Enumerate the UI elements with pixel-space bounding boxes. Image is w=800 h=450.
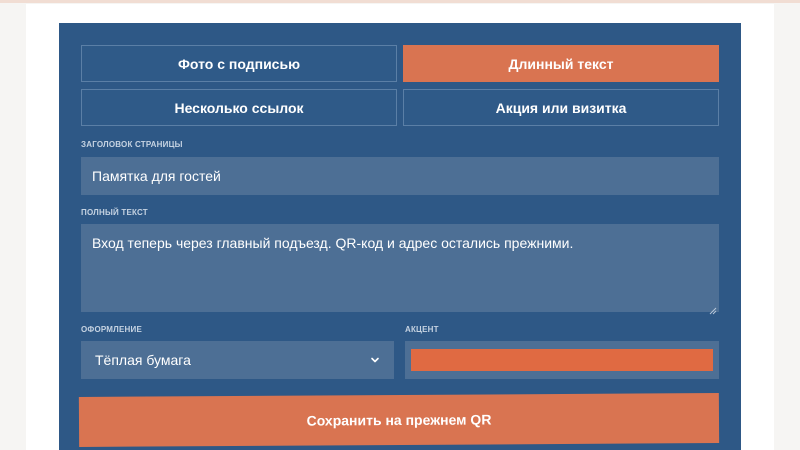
top-strip [0,0,800,3]
resize-grip-icon[interactable] [709,302,717,315]
full-text-textarea[interactable]: Вход теперь через главный подъезд. QR-ко… [81,224,719,312]
full-text-label: ПОЛНЫЙ ТЕКСТ [81,208,148,217]
style-select[interactable]: Тёплая бумага [81,341,394,379]
accent-label: АКЦЕНТ [405,325,439,334]
page: Фото с подписью Длинный текст Несколько … [0,0,800,450]
tab-promo-or-card[interactable]: Акция или визитка [403,89,719,126]
editor-panel: Фото с подписью Длинный текст Несколько … [59,23,741,450]
accent-color-swatch [411,349,713,371]
style-select-value: Тёплая бумага [95,352,191,368]
page-title-label: ЗАГОЛОВОК СТРАНИЦЫ [81,140,183,149]
style-label: ОФОРМЛЕНИЕ [81,325,142,334]
tab-photo-caption[interactable]: Фото с подписью [81,45,397,82]
page-title-input[interactable] [81,157,719,195]
template-tabs: Фото с подписью Длинный текст Несколько … [81,45,719,126]
tab-multiple-links[interactable]: Несколько ссылок [81,89,397,126]
chevron-down-icon [370,355,380,365]
accent-color-picker[interactable] [405,341,719,379]
save-on-same-qr-button[interactable]: Сохранить на прежнем QR [78,393,720,447]
tab-long-text[interactable]: Длинный текст [403,45,719,82]
